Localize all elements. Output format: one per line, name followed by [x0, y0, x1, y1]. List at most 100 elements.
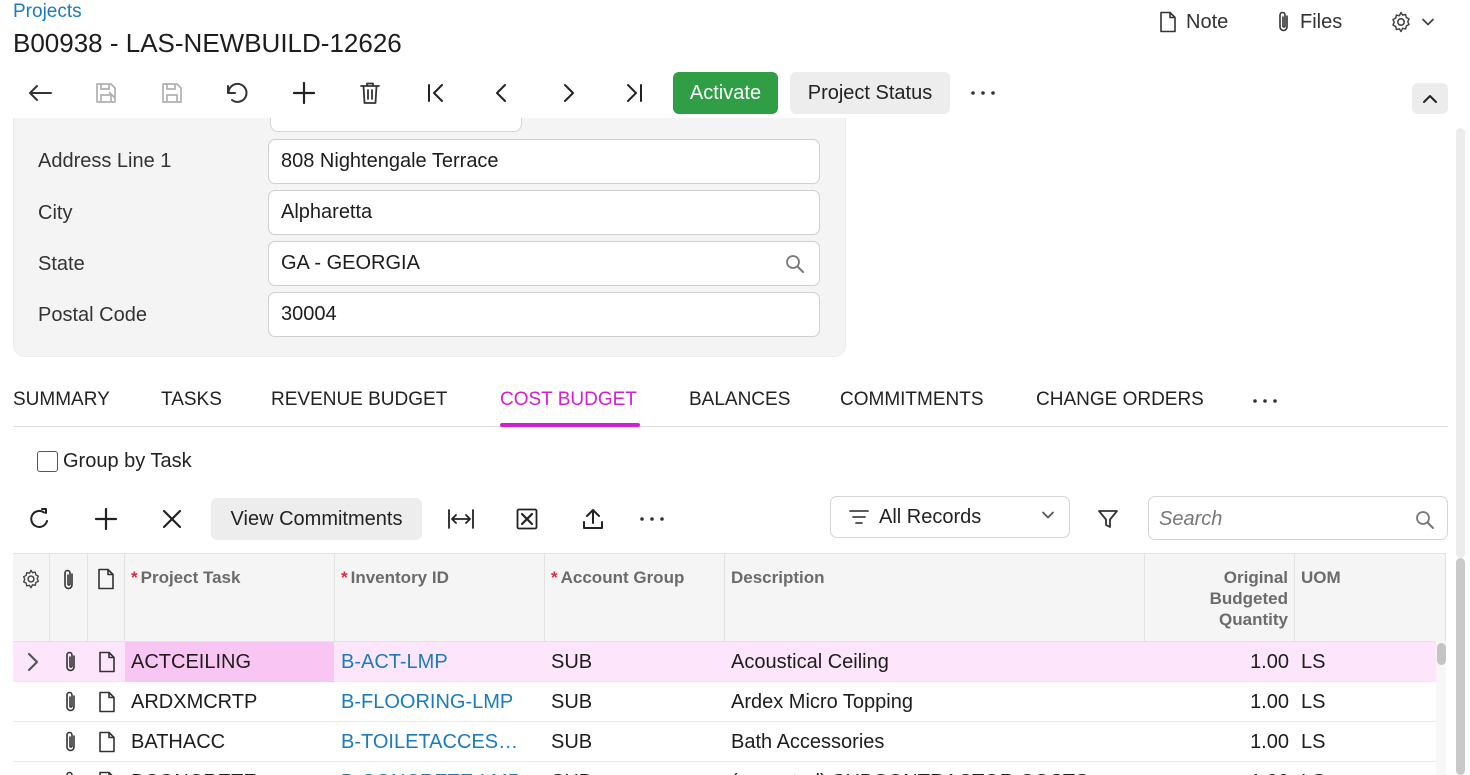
chevron-left-icon [496, 84, 506, 102]
filter-button[interactable] [1090, 501, 1126, 537]
delete-button[interactable] [352, 75, 388, 111]
table-row[interactable]: BATHACC B-TOILETACCESSORIES-LMP SUB Bath… [13, 722, 1438, 762]
first-record-button[interactable] [418, 75, 454, 111]
grid-scrollbar-thumb[interactable] [1437, 643, 1446, 665]
view-commitments-button[interactable]: View Commitments [211, 498, 422, 540]
more-actions-button[interactable] [965, 75, 1001, 111]
account-group-cell[interactable]: SUB [545, 682, 725, 722]
city-field[interactable]: Alpharetta [268, 190, 820, 235]
uom-cell[interactable]: LS [1295, 682, 1435, 722]
inventory-id-link[interactable]: B-ACT-LMP [335, 642, 545, 682]
inventory-id-link[interactable]: B-TOILETACCESSORIES-LMP [335, 722, 531, 762]
last-record-button[interactable] [616, 75, 652, 111]
next-record-button[interactable] [550, 75, 586, 111]
tab-tasks[interactable]: TASKS [161, 389, 222, 413]
group-by-task-label[interactable]: Group by Task [63, 450, 192, 473]
account-group-cell[interactable]: SUB [545, 642, 725, 682]
tab-cost-budget[interactable]: COST BUDGET [500, 389, 637, 413]
column-label: Account Group [560, 568, 685, 587]
undo-button[interactable] [220, 75, 256, 111]
upload-button[interactable] [575, 501, 611, 537]
row-attachments-button[interactable] [57, 682, 87, 722]
column-header-uom[interactable]: UOM [1295, 554, 1446, 642]
plus-icon [94, 507, 118, 531]
note-button[interactable]: Note [1158, 9, 1228, 35]
uom-cell[interactable]: LS [1295, 722, 1435, 762]
search-icon[interactable] [1415, 510, 1435, 530]
account-group-cell[interactable]: SUB [545, 762, 725, 775]
quantity-cell[interactable]: 1.00 [1145, 762, 1295, 775]
settings-menu-button[interactable] [1389, 9, 1435, 35]
column-header-account-group[interactable]: * Account Group [545, 554, 725, 642]
column-header-original-budgeted-quantity[interactable]: Original Budgeted Quantity [1145, 554, 1295, 642]
tab-summary[interactable]: SUMMARY [13, 389, 110, 413]
inventory-id-link[interactable]: B-FLOORING-LMP [335, 682, 545, 722]
activate-button[interactable]: Activate [673, 72, 778, 114]
project-task-cell[interactable]: ARDXMCRTP [125, 682, 334, 722]
state-selector[interactable]: GA - GEORGIA [268, 241, 820, 286]
table-row[interactable]: ACTCEILING B-ACT-LMP SUB Acoustical Ceil… [13, 642, 1438, 682]
address-line1-field[interactable]: 808 Nightengale Terrace [268, 139, 820, 184]
trash-icon [360, 82, 380, 104]
uom-cell[interactable]: LS [1295, 642, 1435, 682]
project-task-cell[interactable]: BATHACC [125, 722, 334, 762]
project-task-cell[interactable]: BCONCRETE [125, 762, 334, 775]
row-note-button[interactable] [91, 682, 123, 722]
description-cell[interactable]: (unposted) SUBCONTRACTOR COSTS [725, 762, 1145, 775]
save-and-close-button[interactable] [88, 75, 124, 111]
search-icon[interactable] [785, 254, 805, 274]
grid-search[interactable] [1148, 496, 1448, 540]
add-row-button[interactable] [88, 501, 124, 537]
add-button[interactable] [286, 75, 322, 111]
row-attachments-button[interactable] [57, 722, 87, 762]
account-group-cell[interactable]: SUB [545, 722, 725, 762]
row-note-button[interactable] [91, 762, 123, 775]
tab-change-orders[interactable]: CHANGE ORDERS [1036, 389, 1204, 413]
quantity-cell[interactable]: 1.00 [1145, 682, 1295, 722]
description-cell[interactable]: Ardex Micro Topping [725, 682, 1145, 722]
page-scrollbar-track[interactable] [1456, 128, 1465, 558]
more-tabs-button[interactable] [1252, 398, 1278, 404]
table-row[interactable]: ARDXMCRTP B-FLOORING-LMP SUB Ardex Micro… [13, 682, 1438, 722]
breadcrumb[interactable]: Projects [13, 1, 82, 23]
table-row[interactable]: BCONCRETE B-CONCRETE-LMP SUB (unposted) … [13, 762, 1438, 775]
postal-code-field[interactable]: 30004 [268, 292, 820, 337]
files-button[interactable]: Files [1276, 9, 1342, 35]
previous-record-button[interactable] [484, 75, 520, 111]
page-scrollbar-thumb[interactable] [1456, 558, 1465, 775]
fit-columns-button[interactable] [443, 501, 479, 537]
row-note-button[interactable] [91, 722, 123, 762]
inventory-id-text: B-CONCRETE-LMP [341, 762, 525, 775]
description-cell[interactable]: Acoustical Ceiling [725, 642, 1145, 682]
save-button[interactable] [154, 75, 190, 111]
group-by-task-checkbox[interactable] [37, 451, 58, 472]
row-note-button[interactable] [91, 642, 123, 682]
export-excel-button[interactable] [509, 501, 545, 537]
project-status-button[interactable]: Project Status [790, 72, 950, 114]
column-header-project-task[interactable]: * Project Task [125, 554, 335, 642]
search-input[interactable] [1159, 506, 1409, 532]
note-icon [99, 651, 115, 673]
column-settings-button[interactable] [13, 554, 50, 642]
uom-cell[interactable]: LS [1295, 762, 1435, 775]
inventory-id-link[interactable]: B-CONCRETE-LMP [335, 762, 531, 775]
quantity-cell[interactable]: 1.00 [1145, 722, 1295, 762]
back-button[interactable] [22, 75, 58, 111]
column-header-inventory-id[interactable]: * Inventory ID [335, 554, 545, 642]
records-filter-select[interactable]: All Records [830, 496, 1070, 538]
grid-more-button[interactable] [634, 501, 670, 537]
refresh-button[interactable] [22, 501, 58, 537]
quantity-cell[interactable]: 1.00 [1145, 642, 1295, 682]
tab-commitments[interactable]: COMMITMENTS [840, 389, 984, 413]
tab-balances[interactable]: BALANCES [689, 389, 790, 413]
row-attachments-button[interactable] [57, 762, 87, 775]
row-attachments-button[interactable] [57, 642, 87, 682]
collapse-header-button[interactable] [1412, 83, 1448, 114]
column-header-description[interactable]: Description [725, 554, 1145, 642]
description-cell[interactable]: Bath Accessories [725, 722, 1145, 762]
address-line2-field[interactable] [270, 118, 522, 132]
project-task-cell[interactable]: ACTCEILING [125, 642, 334, 682]
tab-revenue-budget[interactable]: REVENUE BUDGET [271, 389, 447, 413]
delete-row-button[interactable] [154, 501, 190, 537]
expand-row-button[interactable] [20, 642, 50, 682]
